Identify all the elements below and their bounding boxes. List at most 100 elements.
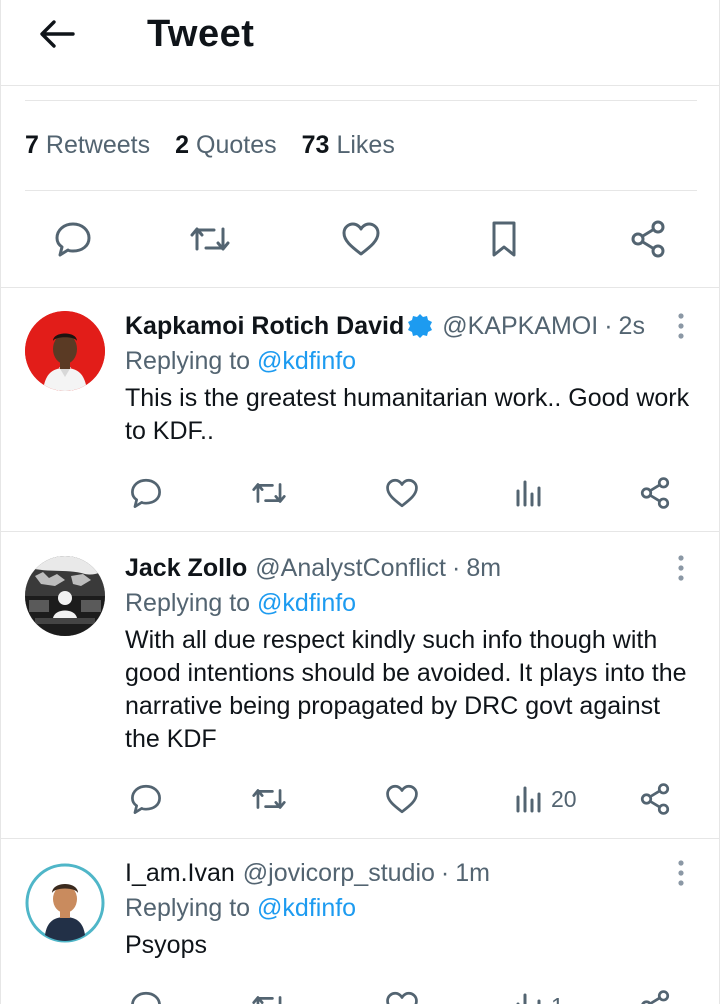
like-button[interactable] bbox=[384, 473, 420, 513]
replying-to-prefix: Replying to bbox=[125, 589, 251, 617]
reply-button[interactable] bbox=[51, 217, 95, 261]
page-title: Tweet bbox=[147, 13, 255, 55]
replying-to-prefix: Replying to bbox=[125, 894, 251, 922]
views-button[interactable] bbox=[513, 473, 551, 513]
like-button[interactable] bbox=[384, 779, 420, 819]
share-icon bbox=[640, 783, 670, 815]
retweet-icon bbox=[252, 483, 286, 503]
separator-dot: · bbox=[440, 859, 450, 887]
profile-photo bbox=[25, 311, 105, 391]
tweet-screen: Tweet 7 Retweets 2 Quotes 73 Likes Kapka… bbox=[0, 0, 720, 1004]
quotes-label: Quotes bbox=[196, 131, 277, 159]
like-button[interactable] bbox=[384, 986, 420, 1004]
views-chart-icon bbox=[516, 993, 541, 1004]
engagement-stats: 7 Retweets 2 Quotes 73 Likes bbox=[25, 100, 697, 191]
top-bar: Tweet bbox=[1, 0, 719, 86]
replying-to-prefix: Replying to bbox=[125, 347, 251, 375]
reply-button[interactable] bbox=[129, 986, 163, 1004]
views-button[interactable]: 1 bbox=[513, 986, 564, 1004]
retweet-icon bbox=[190, 227, 230, 251]
profile-photo bbox=[25, 863, 105, 943]
reply-icon bbox=[131, 478, 161, 508]
bookmark-icon bbox=[492, 221, 516, 257]
retweet-button[interactable] bbox=[250, 473, 288, 513]
views-button[interactable]: 20 bbox=[513, 779, 577, 819]
reply-content: Jack Zollo @AnalystConflict · 8m Replyin… bbox=[125, 553, 691, 756]
more-options-button[interactable] bbox=[671, 551, 691, 585]
reply-button[interactable] bbox=[129, 473, 163, 513]
more-options-button[interactable] bbox=[671, 309, 691, 343]
likes-count: 73 bbox=[301, 131, 330, 159]
author-handle[interactable]: @jovicorp_studio bbox=[243, 858, 435, 888]
replying-to-mention[interactable]: @kdfinfo bbox=[257, 589, 356, 617]
views-count: 20 bbox=[551, 785, 577, 812]
more-options-button[interactable] bbox=[671, 856, 691, 890]
retweet-button[interactable] bbox=[250, 779, 288, 819]
replying-to-line: Replying to @kdfinfo bbox=[125, 588, 691, 618]
reply-item[interactable]: Kapkamoi Rotich David @KAPKAMOI · 2s Rep… bbox=[1, 289, 719, 532]
reply-header: Kapkamoi Rotich David @KAPKAMOI · 2s bbox=[125, 311, 691, 341]
share-button[interactable] bbox=[638, 473, 672, 513]
reply-time[interactable]: 8m bbox=[466, 553, 501, 583]
avatar[interactable] bbox=[25, 311, 105, 391]
back-button[interactable] bbox=[31, 14, 83, 54]
retweets-stat[interactable]: 7 Retweets bbox=[25, 131, 150, 160]
reply-text: Psyops bbox=[125, 931, 207, 959]
author-handle[interactable]: @KAPKAMOI bbox=[442, 311, 598, 341]
views-chart-icon bbox=[516, 480, 541, 507]
bookmark-button[interactable] bbox=[482, 217, 526, 261]
reply-content: Kapkamoi Rotich David @KAPKAMOI · 2s Rep… bbox=[125, 311, 691, 448]
arrow-left-icon bbox=[40, 20, 75, 48]
author-handle[interactable]: @AnalystConflict bbox=[255, 553, 446, 583]
reply-time[interactable]: 2s bbox=[619, 311, 645, 341]
share-button[interactable] bbox=[626, 217, 670, 261]
replying-to-mention[interactable]: @kdfinfo bbox=[257, 894, 356, 922]
profile-photo bbox=[25, 556, 105, 636]
share-icon bbox=[640, 477, 670, 509]
likes-stat[interactable]: 73 Likes bbox=[302, 131, 395, 160]
reply-button[interactable] bbox=[129, 779, 163, 819]
tweet-action-bar bbox=[1, 191, 719, 288]
separator-dot: · bbox=[604, 312, 613, 340]
reply-time[interactable]: 1m bbox=[455, 858, 490, 888]
retweet-button[interactable] bbox=[250, 986, 288, 1004]
share-icon bbox=[641, 990, 670, 1004]
retweet-icon bbox=[252, 996, 282, 1004]
avatar[interactable] bbox=[25, 863, 105, 943]
reply-icon bbox=[131, 991, 161, 1004]
more-vertical-icon bbox=[678, 860, 684, 886]
reply-icon bbox=[55, 222, 91, 257]
reply-header: Jack Zollo @AnalystConflict · 8m bbox=[125, 553, 691, 583]
views-count: 1 bbox=[551, 993, 564, 1004]
reply-action-bar: 1 bbox=[1, 986, 719, 1004]
reply-action-bar: 20 bbox=[1, 779, 719, 819]
retweet-button[interactable] bbox=[188, 217, 232, 261]
replying-to-mention[interactable]: @kdfinfo bbox=[257, 347, 356, 375]
author-name[interactable]: Kapkamoi Rotich David bbox=[125, 311, 404, 341]
share-button[interactable] bbox=[638, 986, 672, 1004]
avatar[interactable] bbox=[25, 556, 105, 636]
retweets-label: Retweets bbox=[45, 131, 151, 159]
heart-icon bbox=[342, 222, 380, 256]
more-vertical-icon bbox=[678, 555, 684, 581]
reply-icon bbox=[131, 784, 161, 814]
reply-text: With all due respect kindly such info th… bbox=[125, 626, 687, 753]
author-name[interactable]: I_am.Ivan bbox=[125, 858, 235, 888]
reply-text: This is the greatest humanitarian work..… bbox=[125, 384, 690, 445]
like-button[interactable] bbox=[339, 217, 383, 261]
heart-icon bbox=[386, 478, 418, 508]
quotes-stat[interactable]: 2 Quotes bbox=[175, 131, 277, 160]
retweets-count: 7 bbox=[25, 131, 39, 159]
separator-dot: · bbox=[452, 554, 461, 582]
reply-content: I_am.Ivan @jovicorp_studio · 1m Replying… bbox=[125, 858, 691, 962]
author-name[interactable]: Jack Zollo bbox=[125, 553, 247, 583]
reply-header: I_am.Ivan @jovicorp_studio · 1m bbox=[125, 858, 691, 888]
heart-icon bbox=[386, 784, 418, 814]
reply-item[interactable]: Jack Zollo @AnalystConflict · 8m Replyin… bbox=[1, 533, 719, 839]
share-button[interactable] bbox=[638, 779, 672, 819]
replying-to-line: Replying to @kdfinfo bbox=[125, 346, 691, 376]
views-chart-icon bbox=[516, 786, 541, 813]
reply-item[interactable]: I_am.Ivan @jovicorp_studio · 1m Replying… bbox=[1, 840, 719, 1004]
replying-to-line: Replying to @kdfinfo bbox=[125, 893, 691, 923]
retweet-icon bbox=[252, 789, 286, 809]
